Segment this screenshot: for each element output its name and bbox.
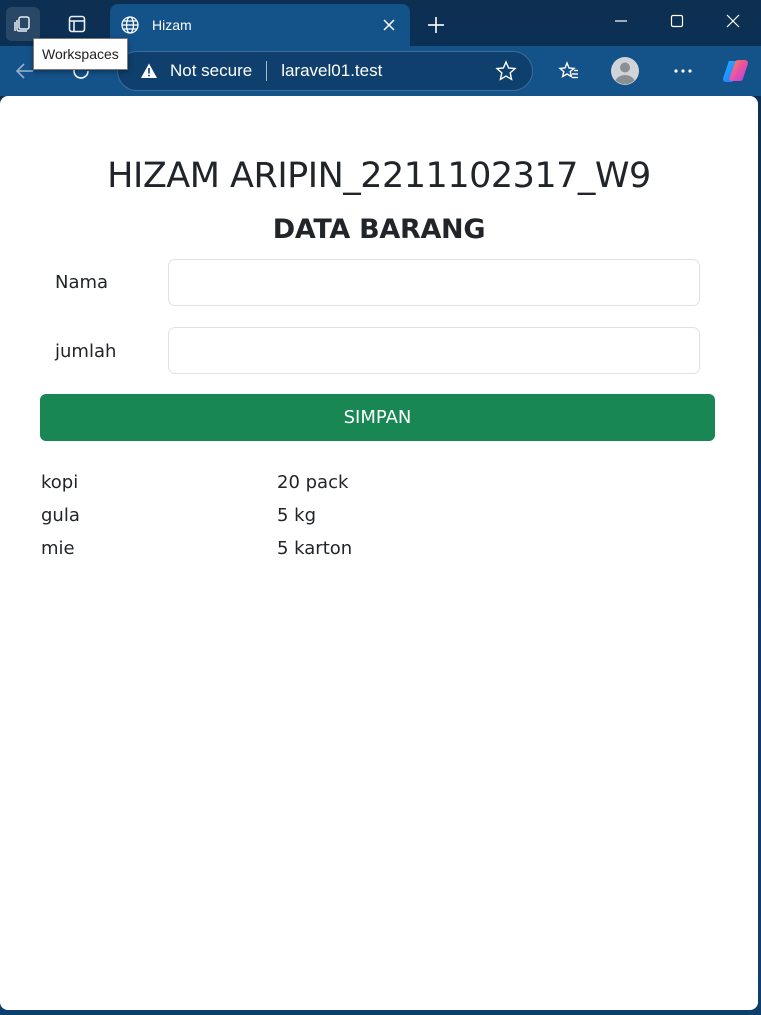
maximize-icon[interactable]	[654, 4, 700, 38]
address-bar[interactable]: Not secure laravel01.test	[117, 51, 533, 91]
address-divider	[266, 61, 268, 81]
workspaces-icon[interactable]	[6, 7, 40, 41]
close-icon[interactable]	[378, 14, 400, 36]
tab-actions-icon[interactable]	[60, 7, 94, 41]
web-page: HIZAM ARIPIN_2211102317_W9 DATA BARANG N…	[0, 96, 758, 1010]
item-qty: 5 karton	[277, 538, 353, 559]
security-label[interactable]: Not secure	[170, 61, 252, 81]
favorites-icon[interactable]	[552, 54, 586, 88]
item-name: mie	[41, 538, 75, 559]
more-icon[interactable]	[666, 54, 700, 88]
workspaces-tooltip: Workspaces	[33, 38, 128, 70]
url-text[interactable]: laravel01.test	[281, 61, 494, 81]
profile-icon[interactable]	[608, 54, 642, 88]
warning-icon[interactable]	[140, 62, 158, 80]
globe-icon	[120, 15, 140, 35]
simpan-button[interactable]: SIMPAN	[40, 394, 715, 441]
window-close-icon[interactable]	[710, 4, 756, 38]
list-item: mie 5 karton	[41, 532, 641, 565]
page-subtitle: DATA BARANG	[272, 214, 486, 245]
jumlah-label: jumlah	[55, 341, 117, 362]
item-qty: 5 kg	[277, 505, 317, 526]
item-qty: 20 pack	[277, 472, 349, 493]
nama-input[interactable]	[168, 259, 700, 306]
minimize-icon[interactable]	[598, 4, 644, 38]
tab-hizam[interactable]: Hizam	[110, 4, 410, 46]
list-item: kopi 20 pack	[41, 466, 641, 499]
tab-title: Hizam	[152, 17, 192, 33]
plus-icon[interactable]	[420, 9, 452, 41]
item-name: gula	[41, 505, 80, 526]
nama-label: Nama	[55, 272, 109, 293]
browser-window: Hizam Not secure laravel01.test Workspac…	[0, 0, 761, 1015]
copilot-icon[interactable]	[719, 54, 753, 88]
star-icon[interactable]	[494, 59, 518, 83]
item-list: kopi 20 pack gula 5 kg mie 5 karton	[41, 466, 641, 565]
list-item: gula 5 kg	[41, 499, 641, 532]
page-title: HIZAM ARIPIN_2211102317_W9	[107, 156, 651, 196]
item-name: kopi	[41, 472, 79, 493]
jumlah-input[interactable]	[168, 327, 700, 374]
